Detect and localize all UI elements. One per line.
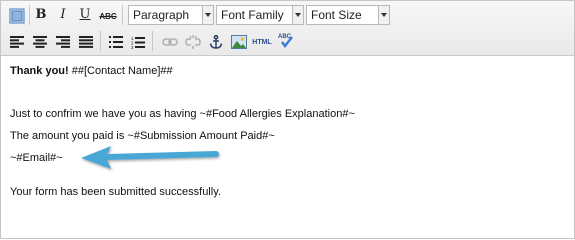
- font-size-value: Font Size: [311, 8, 362, 22]
- greeting-bold-text: Thank you!: [10, 65, 69, 77]
- rich-text-editor: B I U ABC Paragraph Font Family Font Siz…: [0, 0, 575, 239]
- font-family-select[interactable]: Font Family: [216, 5, 304, 25]
- paragraph-format-value: Paragraph: [133, 8, 190, 22]
- align-justify-icon[interactable]: [77, 33, 95, 51]
- contact-name-placeholder: ##[Contact Name]##: [68, 65, 173, 77]
- image-icon[interactable]: [230, 33, 248, 51]
- underline-button[interactable]: U: [76, 6, 94, 24]
- bold-button[interactable]: B: [32, 6, 50, 24]
- spellcheck-icon[interactable]: ABC: [277, 31, 295, 49]
- font-size-select[interactable]: Font Size: [306, 5, 390, 25]
- chevron-down-icon[interactable]: [292, 6, 303, 24]
- source-view-icon[interactable]: [8, 7, 26, 25]
- allergies-line: Just to confrim we have you as having ~#…: [10, 108, 355, 120]
- strikethrough-button[interactable]: ABC: [98, 7, 118, 25]
- align-center-icon[interactable]: [31, 33, 49, 51]
- amount-paid-line: The amount you paid is ~#Submission Amou…: [10, 130, 275, 142]
- editor-toolbar: B I U ABC Paragraph Font Family Font Siz…: [1, 1, 574, 56]
- email-placeholder-line: ~#Email#~: [10, 152, 63, 164]
- success-message-line: Your form has been submitted successfull…: [10, 186, 221, 198]
- align-left-icon[interactable]: [8, 33, 26, 51]
- bulleted-list-icon[interactable]: [107, 33, 125, 51]
- unlink-icon[interactable]: [184, 33, 202, 51]
- font-family-value: Font Family: [221, 8, 284, 22]
- toolbar-separator: [100, 31, 101, 51]
- toolbar-separator: [152, 31, 153, 51]
- chevron-down-icon[interactable]: [378, 6, 389, 24]
- chevron-down-icon[interactable]: [202, 6, 213, 24]
- italic-button[interactable]: I: [54, 6, 72, 24]
- callout-arrow-icon: [79, 144, 221, 176]
- link-icon[interactable]: [161, 33, 179, 51]
- numbered-list-icon[interactable]: 1 2 3: [129, 33, 147, 51]
- toolbar-separator: [122, 5, 123, 25]
- paragraph-format-select[interactable]: Paragraph: [128, 5, 214, 25]
- greeting-line: Thank you! ##[Contact Name]##: [10, 65, 173, 77]
- toolbar-separator: [29, 5, 30, 25]
- svg-text:3: 3: [131, 45, 134, 49]
- html-source-button[interactable]: HTML: [251, 33, 273, 51]
- anchor-icon[interactable]: [207, 33, 225, 51]
- align-right-icon[interactable]: [54, 33, 72, 51]
